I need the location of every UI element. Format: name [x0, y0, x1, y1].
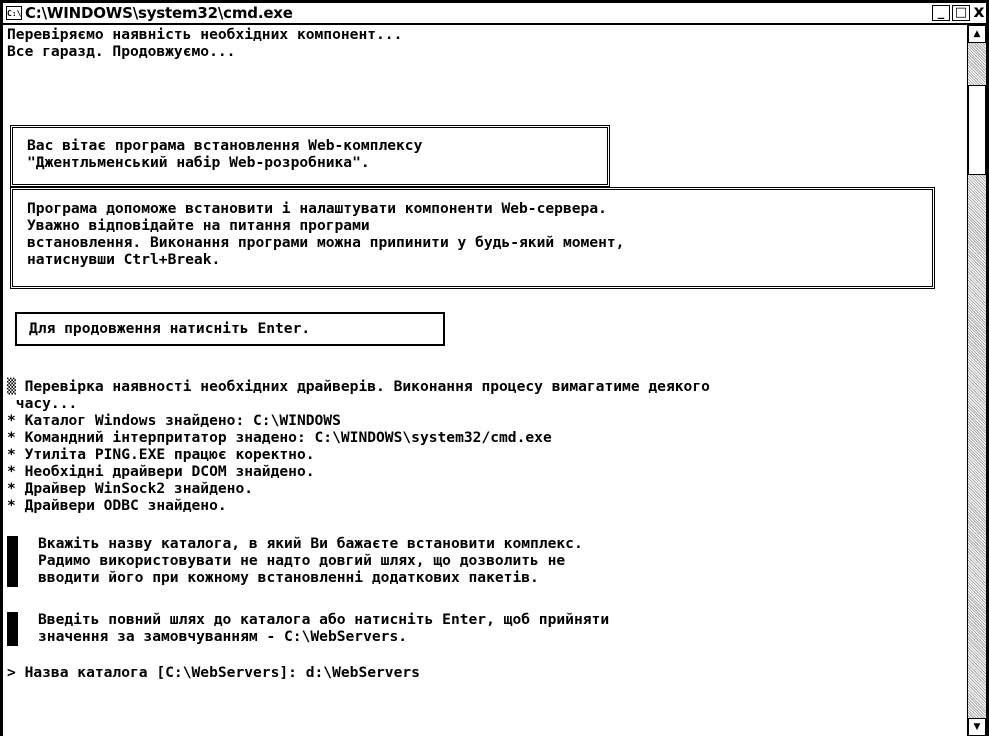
directory-input-line[interactable]: > Назва каталога [C:\WebServers]: d:\Web…	[7, 664, 420, 682]
dir-info-line-3: вводити його при кожному встановленні до…	[38, 569, 539, 586]
welcome-line-1: Вас вітає програма встановлення Web-комп…	[27, 137, 423, 154]
drivers-check-line-1: ▒ Перевірка наявності необхідних драйвер…	[7, 378, 710, 395]
result-line: * Необхідні драйвери DCOM знайдено.	[7, 463, 315, 480]
vertical-scrollbar[interactable]: ▲ ▼	[967, 25, 986, 736]
intro-box: Програма допоможе встановити і налаштува…	[10, 187, 935, 289]
console-output[interactable]: Перевіряємо наявність необхідних компоне…	[3, 25, 967, 736]
continue-prompt: Для продовження натисніть Enter.	[29, 320, 311, 337]
dir-enter-line-2: значення за замовчуванням - C:\WebServer…	[38, 628, 408, 645]
scroll-up-icon[interactable]: ▲	[968, 25, 986, 43]
scroll-thumb[interactable]	[968, 85, 986, 175]
minimize-button[interactable]: _	[932, 5, 950, 21]
check-line-2: Все гаразд. Продовжуємо...	[7, 43, 236, 60]
result-line: * Утиліта PING.EXE працює коректно.	[7, 446, 315, 463]
close-button[interactable]: x	[972, 4, 986, 21]
dir-info-line-1: Вкажіть назву каталога, в який Ви бажаєт…	[38, 535, 583, 552]
scroll-down-icon[interactable]: ▼	[968, 718, 986, 736]
cmd-window: C:\ C:\WINDOWS\system32\cmd.exe _ □ x Пе…	[0, 0, 989, 736]
intro-line-3: встановлення. Виконання програми можна п…	[27, 234, 625, 251]
check-line-1: Перевіряємо наявність необхідних компоне…	[7, 26, 403, 43]
result-line: * Драйвери ODBC знайдено.	[7, 497, 227, 514]
result-line: * Командний інтерпритатор знадено: C:\WI…	[7, 429, 552, 446]
dir-info-marker	[7, 536, 18, 587]
maximize-button[interactable]: □	[952, 5, 970, 21]
welcome-box: Вас вітає програма встановлення Web-комп…	[10, 125, 610, 187]
welcome-line-2: "Джентльменський набір Web-розробника".	[27, 154, 370, 171]
dir-enter-line-1: Введіть повний шлях до каталога або нати…	[38, 611, 610, 628]
result-line: * Драйвер WinSock2 знайдено.	[7, 480, 254, 497]
intro-line-4: натиснувши Ctrl+Break.	[27, 251, 221, 268]
result-line: * Каталог Windows знайдено: C:\WINDOWS	[7, 412, 341, 429]
intro-line-1: Програма допоможе встановити і налаштува…	[27, 200, 607, 217]
window-controls: _ □ x	[930, 4, 986, 21]
title-bar[interactable]: C:\ C:\WINDOWS\system32\cmd.exe _ □ x	[3, 3, 986, 25]
continue-box: Для продовження натисніть Enter.	[15, 312, 445, 346]
dir-enter-marker	[7, 612, 18, 646]
intro-line-2: Уважно відповідайте на питання програми	[27, 217, 370, 234]
cmd-icon[interactable]: C:\	[6, 6, 22, 20]
drivers-check-line-2: часу...	[7, 395, 78, 412]
dir-info-line-2: Радимо використовувати не надто довгий ш…	[38, 552, 566, 569]
window-title: C:\WINDOWS\system32\cmd.exe	[25, 4, 293, 22]
